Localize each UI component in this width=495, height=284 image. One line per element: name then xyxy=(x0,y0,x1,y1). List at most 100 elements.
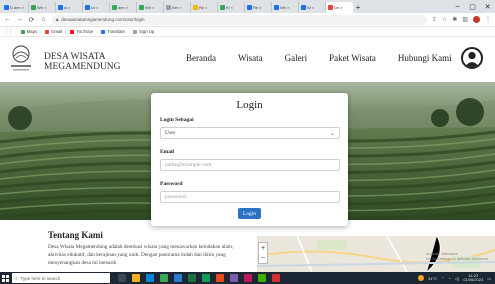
browser-tab[interactable]: D den × xyxy=(2,2,29,13)
app-icon[interactable] xyxy=(244,274,252,282)
nav-galeri[interactable]: Galeri xyxy=(285,53,308,63)
maximize-icon[interactable]: ▢ xyxy=(465,0,480,13)
tab-label: Kl xyxy=(226,5,230,10)
nav-wisata[interactable]: Wisata xyxy=(238,53,263,63)
extensions-icon[interactable]: ✱ xyxy=(452,16,457,23)
bookmark-item[interactable]: Translate xyxy=(101,29,125,34)
browser-tab[interactable]: De × xyxy=(326,2,353,13)
zoom-in-button[interactable]: + xyxy=(261,245,265,252)
minimize-icon[interactable]: – xyxy=(450,0,465,13)
apps-icon[interactable]: ⋮⋮ xyxy=(4,29,13,35)
home-icon[interactable]: ⌂ xyxy=(40,16,47,23)
tab-label: W xyxy=(307,5,311,10)
browser-tab[interactable]: Kl × xyxy=(218,2,245,13)
bookmark-item[interactable]: Gmail xyxy=(45,29,62,34)
role-label: Login Sebagai xyxy=(160,117,194,123)
edge-icon[interactable] xyxy=(146,274,154,282)
bookmark-item[interactable]: Sign Up xyxy=(133,29,154,34)
chrome-icon[interactable] xyxy=(160,274,168,282)
browser-tab[interactable]: Wir × xyxy=(29,2,56,13)
tab-close-icon[interactable]: × xyxy=(96,5,98,10)
network-icon[interactable]: ◔ xyxy=(448,276,450,281)
menu-icon[interactable]: ⋮ xyxy=(485,16,491,23)
app-icon[interactable] xyxy=(272,274,280,282)
notification-icon[interactable]: ▭ xyxy=(487,276,491,281)
tab-close-icon[interactable]: × xyxy=(312,5,314,10)
tab-label: Wir xyxy=(145,5,151,10)
app-icon[interactable] xyxy=(258,274,266,282)
tab-label: Wir xyxy=(280,5,286,10)
user-account-icon[interactable] xyxy=(461,47,483,69)
browser-tab[interactable]: den × xyxy=(110,2,137,13)
clock[interactable]: 14:23 01/06/2023 xyxy=(463,273,483,283)
forward-icon[interactable]: → xyxy=(16,16,23,23)
tab-close-icon[interactable]: × xyxy=(152,5,154,10)
share-icon[interactable]: ⇪ xyxy=(432,16,437,23)
password-field[interactable]: password xyxy=(160,191,340,203)
word-icon[interactable] xyxy=(174,274,182,282)
bookmark-item[interactable]: YouTube xyxy=(70,29,93,34)
site-logo-text[interactable]: DESA WISATA MEGAMENDUNG xyxy=(44,52,121,72)
tab-favicon-icon xyxy=(139,5,144,10)
chevron-down-icon: ⌄ xyxy=(329,131,335,137)
tab-close-icon[interactable]: × xyxy=(126,5,128,10)
tab-close-icon[interactable]: × xyxy=(68,5,70,10)
profile-avatar[interactable] xyxy=(473,16,480,23)
tab-close-icon[interactable]: × xyxy=(22,5,24,10)
tab-close-icon[interactable]: × xyxy=(205,5,207,10)
tab-favicon-icon xyxy=(220,5,225,10)
bookmark-favicon-icon xyxy=(45,29,50,34)
new-tab-button[interactable]: + xyxy=(353,2,363,13)
task-view-icon[interactable] xyxy=(118,274,126,282)
nav-paket-wisata[interactable]: Paket Wisata xyxy=(329,53,376,63)
browser-tab[interactable]: Ur × xyxy=(83,2,110,13)
browser-tab[interactable]: ul × xyxy=(56,2,83,13)
browser-tab[interactable]: W × xyxy=(299,2,326,13)
taskbar-search-input[interactable]: ⌕ Type here to search xyxy=(12,273,110,283)
excel-icon[interactable] xyxy=(188,274,196,282)
browser-tab[interactable]: Wir × xyxy=(137,2,164,13)
browser-tab[interactable]: Re × xyxy=(245,2,272,13)
bookmark-item[interactable]: Maps xyxy=(20,29,37,34)
tab-label: De xyxy=(334,5,340,10)
tab-close-icon[interactable]: × xyxy=(44,5,46,10)
windows-start-icon[interactable] xyxy=(0,272,10,284)
bookmark-favicon-icon xyxy=(133,29,137,34)
url-input[interactable]: 🔒︎ desawisatamegamendung.com/user/login xyxy=(52,14,427,25)
tab-favicon-icon xyxy=(166,5,171,10)
logo-icon[interactable] xyxy=(10,45,32,73)
close-icon[interactable]: ✕ xyxy=(480,0,495,13)
tab-label: Wir xyxy=(37,5,43,10)
app-icon[interactable] xyxy=(230,274,238,282)
tab-close-icon[interactable]: × xyxy=(340,5,342,10)
app-icon[interactable] xyxy=(216,274,224,282)
email-field[interactable]: name@example.com xyxy=(160,159,340,171)
browser-tab[interactable]: Re × xyxy=(191,2,218,13)
tab-close-icon[interactable]: × xyxy=(231,5,233,10)
browser-tab[interactable]: Wir × xyxy=(272,2,299,13)
tab-close-icon[interactable]: × xyxy=(259,5,261,10)
tab-close-icon[interactable]: × xyxy=(287,5,289,10)
tab-label: Re xyxy=(253,5,259,10)
tab-close-icon[interactable]: × xyxy=(179,5,181,10)
bookmark-label: Sign Up xyxy=(139,29,155,34)
weather-text[interactable]: 34°C xyxy=(428,276,437,281)
volume-icon[interactable]: ◁) xyxy=(455,276,459,281)
reload-icon[interactable]: ⟳ xyxy=(28,16,35,24)
zoom-out-button[interactable]: − xyxy=(261,255,265,262)
browser-tab[interactable]: Ker × xyxy=(164,2,191,13)
role-select-value: User xyxy=(165,130,176,136)
star-icon[interactable]: ☆ xyxy=(442,16,447,23)
map-zoom-control: + − xyxy=(258,242,268,264)
nav-hubungi-kami[interactable]: Hubungi Kami xyxy=(398,53,452,63)
app-icon[interactable] xyxy=(202,274,210,282)
window-controls: – ▢ ✕ xyxy=(450,0,495,13)
back-icon[interactable]: ← xyxy=(4,16,11,23)
login-form: Login Login Sebagai User ⌄ Email name@ex… xyxy=(151,93,348,226)
file-explorer-icon[interactable] xyxy=(132,274,140,282)
role-select[interactable]: User ⌄ xyxy=(160,127,340,139)
nav-beranda[interactable]: Beranda xyxy=(186,53,216,63)
tray-up-icon[interactable]: ⌃ xyxy=(441,276,444,281)
sidepanel-icon[interactable]: ▥ xyxy=(462,16,468,23)
login-button[interactable]: Login xyxy=(238,208,261,219)
